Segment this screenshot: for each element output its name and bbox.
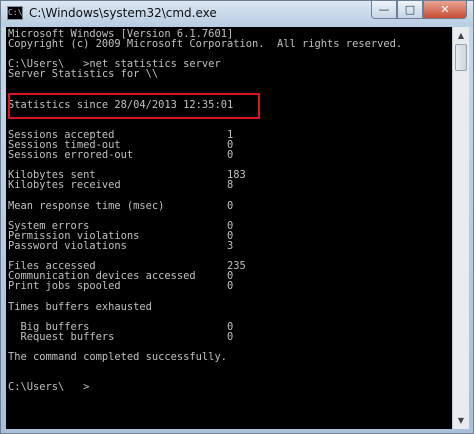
console-line: Kilobytes received 8 xyxy=(8,179,234,192)
window-title: C:\Windows\system32\cmd.exe xyxy=(29,6,217,20)
console-line: Password violations 3 xyxy=(8,239,234,252)
statistics-since-highlight-box xyxy=(8,93,260,119)
console-text: Microsoft Windows [Version 6.1.7601] Copy… xyxy=(8,29,403,394)
console-line: C:\Users\ > xyxy=(8,381,90,394)
cmd-window: C:\ C:\Windows\system32\cmd.exe — □ ✕ Mi… xyxy=(0,0,474,434)
console-line: Request buffers 0 xyxy=(8,330,234,343)
console-line: Print jobs spooled 0 xyxy=(8,280,234,293)
vertical-scrollbar[interactable]: ▲ ▼ xyxy=(452,27,469,429)
minimize-button[interactable]: — xyxy=(371,1,397,19)
console-line: The command completed successfully. xyxy=(8,351,227,363)
console-line: Times buffers exhausted xyxy=(8,300,152,313)
console-output[interactable]: Microsoft Windows [Version 6.1.7601] Copy… xyxy=(6,27,452,429)
scrollbar-thumb[interactable] xyxy=(455,44,467,71)
console-line: Mean response time (msec) 0 xyxy=(8,199,234,212)
console-line: Server Statistics for \\ xyxy=(8,68,159,81)
console-line: Sessions errored-out 0 xyxy=(8,149,234,162)
title-bar[interactable]: C:\ C:\Windows\system32\cmd.exe — □ ✕ xyxy=(1,1,473,27)
caption-buttons: — □ ✕ xyxy=(371,1,467,21)
maximize-button[interactable]: □ xyxy=(397,1,423,19)
console-line: Copyright (c) 2009 Microsoft Corporation… xyxy=(8,38,403,51)
scroll-up-icon[interactable]: ▲ xyxy=(454,28,468,43)
cmd-app-icon[interactable]: C:\ xyxy=(7,6,23,20)
scroll-down-icon[interactable]: ▼ xyxy=(454,413,468,428)
close-button[interactable]: ✕ xyxy=(423,1,467,19)
